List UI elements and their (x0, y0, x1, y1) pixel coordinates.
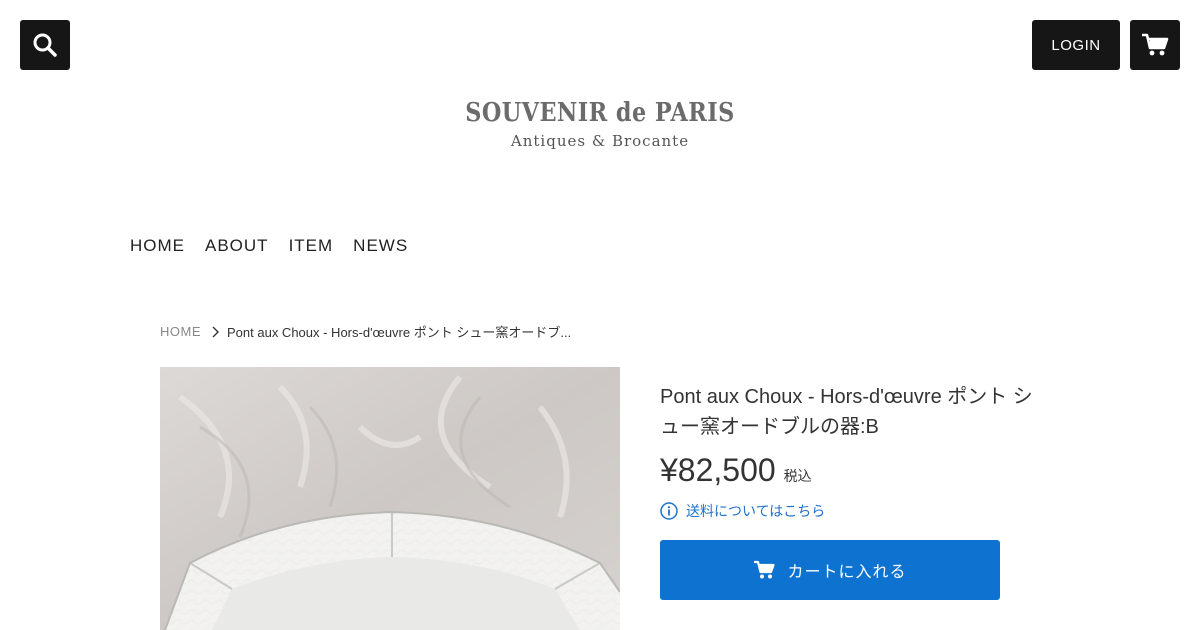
tax-label: 税込 (783, 468, 812, 484)
nav-item-home[interactable]: HOME (130, 236, 185, 256)
add-to-cart-label: カートに入れる (787, 564, 907, 581)
chevron-right-icon (211, 326, 219, 338)
breadcrumb: HOME Pont aux Choux - Hors-d'œuvre ポント シ… (160, 322, 571, 341)
logo-subtitle: Antiques & Brocante (510, 132, 690, 150)
nav-item-about[interactable]: ABOUT (205, 236, 269, 256)
product-title: Pont aux Choux - Hors-d'œuvre ポント シュー窯オー… (660, 386, 1033, 438)
nav-item-item[interactable]: ITEM (289, 236, 334, 256)
login-button[interactable]: LOGIN (1032, 20, 1120, 70)
logo-title: SOUVENIR de PARIS (465, 98, 735, 128)
info-icon (660, 502, 678, 520)
search-button[interactable] (20, 20, 70, 70)
cart-icon (753, 560, 776, 580)
product-price: ¥82,500 (660, 452, 776, 488)
breadcrumb-current: Pont aux Choux - Hors-d'œuvre ポント シュー窯オー… (227, 325, 572, 340)
search-icon (32, 32, 58, 58)
add-to-cart-button[interactable]: カートに入れる (660, 540, 1000, 600)
price-row: ¥82,500 税込 (660, 452, 812, 489)
site-logo[interactable]: SOUVENIR de PARIS Antiques & Brocante (0, 98, 1200, 150)
cart-icon (1141, 32, 1169, 58)
shipping-info-link[interactable]: 送料についてはこちら (660, 501, 825, 521)
nav-item-news[interactable]: NEWS (353, 236, 408, 256)
main-nav: HOME ABOUT ITEM NEWS (130, 236, 408, 256)
shipping-link-label: 送料についてはこちら (686, 503, 826, 519)
product-image[interactable] (160, 367, 620, 630)
cart-button[interactable] (1130, 20, 1180, 70)
breadcrumb-home[interactable]: HOME (160, 324, 201, 339)
